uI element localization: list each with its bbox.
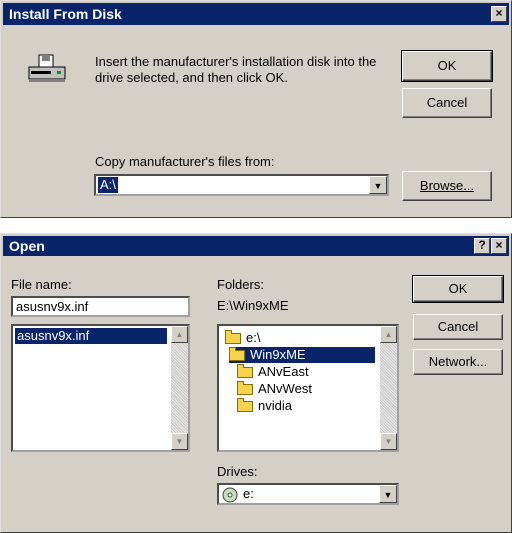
ok-button[interactable]: OK bbox=[401, 50, 493, 82]
scroll-up-icon[interactable]: ▲ bbox=[171, 326, 188, 343]
install-message: Insert the manufacturer's installation d… bbox=[95, 54, 377, 85]
scroll-up-icon[interactable]: ▲ bbox=[380, 326, 397, 343]
install-dialog-titlebar[interactable]: Install From Disk × bbox=[3, 3, 509, 25]
folder-icon bbox=[237, 364, 253, 379]
drives-label: Drives: bbox=[217, 464, 258, 479]
folder-item-selected[interactable]: Win9xME bbox=[229, 347, 375, 363]
cancel-button[interactable]: Cancel bbox=[413, 314, 503, 340]
scroll-down-icon[interactable]: ▼ bbox=[171, 433, 188, 450]
browse-label: Browse... bbox=[419, 178, 475, 193]
open-dialog-titlebar[interactable]: Open ? × bbox=[3, 236, 509, 256]
network-button[interactable]: Network... bbox=[413, 349, 503, 375]
help-icon[interactable]: ? bbox=[474, 238, 490, 254]
folder-tree-scrollbar[interactable]: ▲ ▼ bbox=[380, 326, 397, 450]
folders-label: Folders: bbox=[217, 277, 264, 292]
ok-button[interactable]: OK bbox=[412, 275, 504, 303]
chevron-down-icon[interactable]: ▼ bbox=[369, 176, 387, 194]
chevron-down-icon[interactable]: ▼ bbox=[379, 485, 397, 503]
file-name-value: asusnv9x.inf bbox=[16, 299, 89, 314]
file-list-item[interactable]: asusnv9x.inf bbox=[15, 328, 167, 344]
file-list-scrollbar[interactable]: ▲ ▼ bbox=[171, 326, 188, 450]
drives-combobox[interactable]: e: ▼ bbox=[217, 483, 399, 505]
open-folder-icon bbox=[229, 347, 245, 362]
cancel-button[interactable]: Cancel bbox=[402, 88, 492, 118]
folder-tree[interactable]: e:\ Win9xME ANvEast ANvWest nvidia ▲ ▼ bbox=[217, 324, 399, 452]
copy-from-value[interactable]: A:\ bbox=[98, 177, 118, 193]
file-list[interactable]: asusnv9x.inf ▲ ▼ bbox=[11, 324, 190, 452]
current-path: E:\Win9xME bbox=[217, 298, 289, 313]
folder-item[interactable]: ANvEast bbox=[237, 364, 309, 380]
file-name-input[interactable]: asusnv9x.inf bbox=[11, 296, 190, 317]
folder-item[interactable]: ANvWest bbox=[237, 381, 312, 397]
copy-from-combobox[interactable]: A:\ ▼ bbox=[94, 174, 389, 196]
cd-drive-icon bbox=[222, 487, 238, 503]
drive-value: e: bbox=[243, 486, 254, 501]
file-name-label: File name: bbox=[11, 277, 72, 292]
folder-item[interactable]: nvidia bbox=[237, 398, 292, 414]
scroll-down-icon[interactable]: ▼ bbox=[380, 433, 397, 450]
disk-drive-icon bbox=[28, 54, 66, 82]
open-dialog: Open ? × File name: asusnv9x.inf asusnv9… bbox=[0, 233, 512, 533]
close-icon[interactable]: × bbox=[491, 6, 507, 22]
copy-from-label: Copy manufacturer's files from: bbox=[95, 154, 275, 169]
folder-item[interactable]: e:\ bbox=[225, 330, 260, 346]
close-icon[interactable]: × bbox=[491, 238, 507, 254]
folder-icon bbox=[237, 381, 253, 396]
install-dialog-title: Install From Disk bbox=[9, 6, 122, 22]
browse-button[interactable]: Browse... bbox=[402, 171, 492, 201]
install-from-disk-dialog: Install From Disk × Insert the manufactu… bbox=[0, 0, 512, 218]
open-folder-icon bbox=[225, 330, 241, 345]
open-dialog-title: Open bbox=[9, 238, 45, 254]
folder-icon bbox=[237, 398, 253, 413]
